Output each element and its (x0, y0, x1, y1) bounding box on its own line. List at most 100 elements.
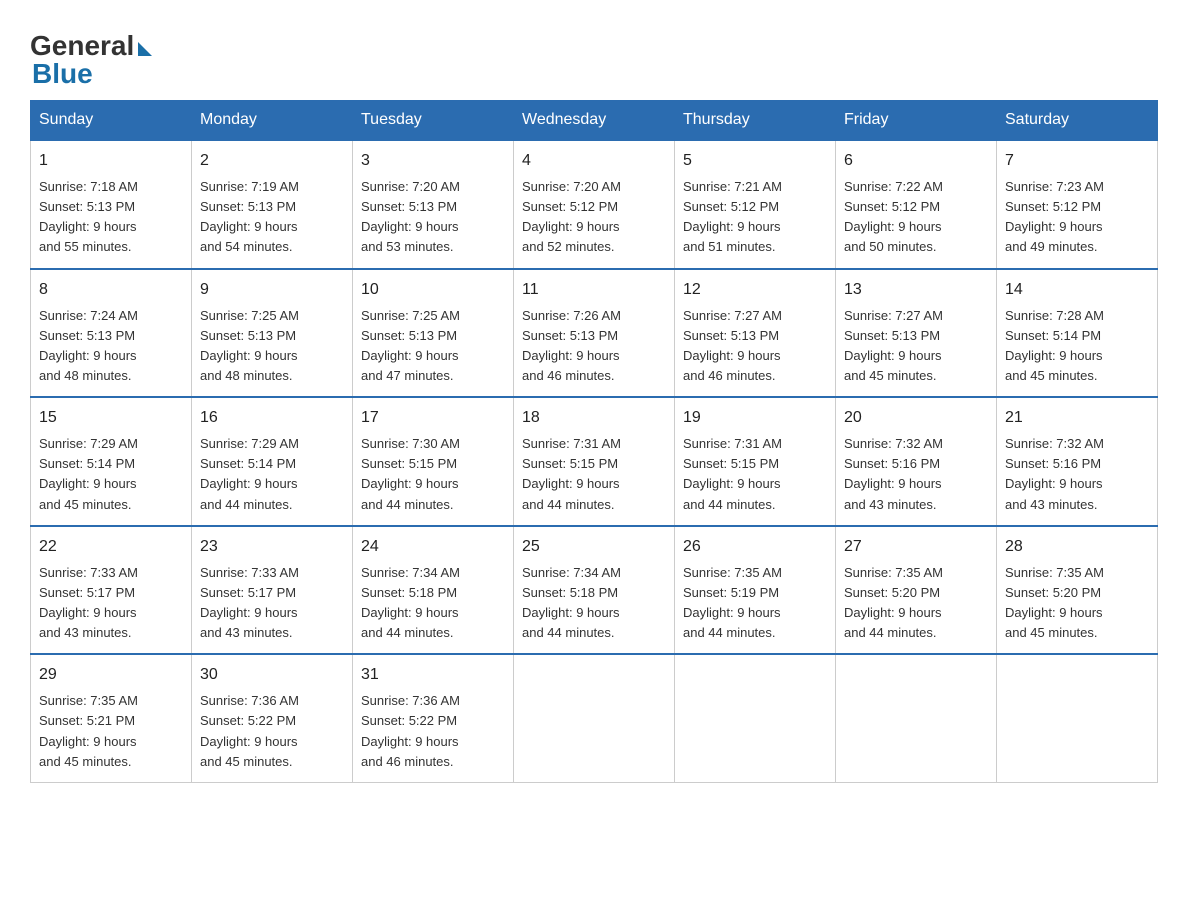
day-info: Sunrise: 7:23 AMSunset: 5:12 PMDaylight:… (1005, 177, 1149, 258)
day-cell: 10 Sunrise: 7:25 AMSunset: 5:13 PMDayligh… (353, 269, 514, 398)
day-number: 3 (361, 149, 505, 173)
day-cell: 9 Sunrise: 7:25 AMSunset: 5:13 PMDaylight… (192, 269, 353, 398)
day-cell: 12 Sunrise: 7:27 AMSunset: 5:13 PMDayligh… (675, 269, 836, 398)
day-cell: 3 Sunrise: 7:20 AMSunset: 5:13 PMDaylight… (353, 140, 514, 269)
day-info: Sunrise: 7:19 AMSunset: 5:13 PMDaylight:… (200, 177, 344, 258)
day-info: Sunrise: 7:25 AMSunset: 5:13 PMDaylight:… (200, 306, 344, 387)
calendar-week-row: 15 Sunrise: 7:29 AMSunset: 5:14 PMDayligh… (31, 397, 1158, 526)
day-info: Sunrise: 7:33 AMSunset: 5:17 PMDaylight:… (200, 563, 344, 644)
day-info: Sunrise: 7:28 AMSunset: 5:14 PMDaylight:… (1005, 306, 1149, 387)
day-info: Sunrise: 7:18 AMSunset: 5:13 PMDaylight:… (39, 177, 183, 258)
day-of-week-header: Sunday (31, 101, 192, 141)
calendar-week-row: 29 Sunrise: 7:35 AMSunset: 5:21 PMDayligh… (31, 654, 1158, 782)
day-cell: 7Sunrise: 7:23 AMSunset: 5:12 PMDaylight… (997, 140, 1158, 269)
day-number: 22 (39, 535, 183, 559)
day-cell: 19Sunrise: 7:31 AMSunset: 5:15 PMDayligh… (675, 397, 836, 526)
day-cell: 28 Sunrise: 7:35 AMSunset: 5:20 PMDayligh… (997, 526, 1158, 655)
day-cell: 8Sunrise: 7:24 AMSunset: 5:13 PMDaylight… (31, 269, 192, 398)
day-info: Sunrise: 7:35 AMSunset: 5:20 PMDaylight:… (1005, 563, 1149, 644)
day-info: Sunrise: 7:35 AMSunset: 5:20 PMDaylight:… (844, 563, 988, 644)
day-number: 2 (200, 149, 344, 173)
day-number: 24 (361, 535, 505, 559)
calendar-table: SundayMondayTuesdayWednesdayThursdayFrid… (30, 100, 1158, 783)
day-of-week-header: Wednesday (514, 101, 675, 141)
day-info: Sunrise: 7:29 AMSunset: 5:14 PMDaylight:… (39, 434, 183, 515)
day-number: 12 (683, 278, 827, 302)
day-info: Sunrise: 7:24 AMSunset: 5:13 PMDaylight:… (39, 306, 183, 387)
day-number: 23 (200, 535, 344, 559)
day-cell: 18Sunrise: 7:31 AMSunset: 5:15 PMDayligh… (514, 397, 675, 526)
day-info: Sunrise: 7:35 AMSunset: 5:19 PMDaylight:… (683, 563, 827, 644)
day-number: 29 (39, 663, 183, 687)
day-info: Sunrise: 7:32 AMSunset: 5:16 PMDaylight:… (844, 434, 988, 515)
day-info: Sunrise: 7:36 AMSunset: 5:22 PMDaylight:… (200, 691, 344, 772)
day-number: 18 (522, 406, 666, 430)
day-cell: 15 Sunrise: 7:29 AMSunset: 5:14 PMDayligh… (31, 397, 192, 526)
day-number: 13 (844, 278, 988, 302)
day-number: 19 (683, 406, 827, 430)
day-info: Sunrise: 7:26 AMSunset: 5:13 PMDaylight:… (522, 306, 666, 387)
page-header: General Blue (30, 20, 1158, 90)
day-info: Sunrise: 7:20 AMSunset: 5:13 PMDaylight:… (361, 177, 505, 258)
empty-day-cell (997, 654, 1158, 782)
day-cell: 27Sunrise: 7:35 AMSunset: 5:20 PMDayligh… (836, 526, 997, 655)
day-number: 10 (361, 278, 505, 302)
day-number: 1 (39, 149, 183, 173)
empty-day-cell (836, 654, 997, 782)
day-info: Sunrise: 7:20 AMSunset: 5:12 PMDaylight:… (522, 177, 666, 258)
day-number: 9 (200, 278, 344, 302)
logo-arrow-icon (138, 42, 152, 56)
day-number: 20 (844, 406, 988, 430)
calendar-week-row: 22 Sunrise: 7:33 AMSunset: 5:17 PMDayligh… (31, 526, 1158, 655)
calendar-week-row: 1 Sunrise: 7:18 AMSunset: 5:13 PMDaylight… (31, 140, 1158, 269)
day-number: 21 (1005, 406, 1149, 430)
day-number: 28 (1005, 535, 1149, 559)
day-cell: 4Sunrise: 7:20 AMSunset: 5:12 PMDaylight… (514, 140, 675, 269)
day-info: Sunrise: 7:36 AMSunset: 5:22 PMDaylight:… (361, 691, 505, 772)
day-cell: 24 Sunrise: 7:34 AMSunset: 5:18 PMDayligh… (353, 526, 514, 655)
day-cell: 16 Sunrise: 7:29 AMSunset: 5:14 PMDayligh… (192, 397, 353, 526)
day-number: 30 (200, 663, 344, 687)
day-cell: 31Sunrise: 7:36 AMSunset: 5:22 PMDayligh… (353, 654, 514, 782)
day-cell: 14 Sunrise: 7:28 AMSunset: 5:14 PMDayligh… (997, 269, 1158, 398)
day-number: 14 (1005, 278, 1149, 302)
logo-blue-text: Blue (32, 58, 93, 90)
day-cell: 17Sunrise: 7:30 AMSunset: 5:15 PMDayligh… (353, 397, 514, 526)
day-cell: 5Sunrise: 7:21 AMSunset: 5:12 PMDaylight… (675, 140, 836, 269)
day-of-week-header: Thursday (675, 101, 836, 141)
day-cell: 26 Sunrise: 7:35 AMSunset: 5:19 PMDayligh… (675, 526, 836, 655)
empty-day-cell (514, 654, 675, 782)
day-info: Sunrise: 7:33 AMSunset: 5:17 PMDaylight:… (39, 563, 183, 644)
day-cell: 25Sunrise: 7:34 AMSunset: 5:18 PMDayligh… (514, 526, 675, 655)
logo: General Blue (30, 30, 152, 90)
day-info: Sunrise: 7:27 AMSunset: 5:13 PMDaylight:… (844, 306, 988, 387)
calendar-header-row: SundayMondayTuesdayWednesdayThursdayFrid… (31, 101, 1158, 141)
day-cell: 23 Sunrise: 7:33 AMSunset: 5:17 PMDayligh… (192, 526, 353, 655)
day-info: Sunrise: 7:21 AMSunset: 5:12 PMDaylight:… (683, 177, 827, 258)
day-number: 11 (522, 278, 666, 302)
day-number: 26 (683, 535, 827, 559)
calendar-week-row: 8Sunrise: 7:24 AMSunset: 5:13 PMDaylight… (31, 269, 1158, 398)
day-number: 16 (200, 406, 344, 430)
day-cell: 1 Sunrise: 7:18 AMSunset: 5:13 PMDaylight… (31, 140, 192, 269)
day-info: Sunrise: 7:29 AMSunset: 5:14 PMDaylight:… (200, 434, 344, 515)
day-cell: 21Sunrise: 7:32 AMSunset: 5:16 PMDayligh… (997, 397, 1158, 526)
day-info: Sunrise: 7:25 AMSunset: 5:13 PMDaylight:… (361, 306, 505, 387)
day-of-week-header: Tuesday (353, 101, 514, 141)
day-number: 17 (361, 406, 505, 430)
day-of-week-header: Monday (192, 101, 353, 141)
day-number: 6 (844, 149, 988, 173)
day-of-week-header: Saturday (997, 101, 1158, 141)
day-info: Sunrise: 7:22 AMSunset: 5:12 PMDaylight:… (844, 177, 988, 258)
day-cell: 13 Sunrise: 7:27 AMSunset: 5:13 PMDayligh… (836, 269, 997, 398)
empty-day-cell (675, 654, 836, 782)
day-info: Sunrise: 7:34 AMSunset: 5:18 PMDaylight:… (361, 563, 505, 644)
day-of-week-header: Friday (836, 101, 997, 141)
day-number: 15 (39, 406, 183, 430)
day-info: Sunrise: 7:27 AMSunset: 5:13 PMDaylight:… (683, 306, 827, 387)
day-info: Sunrise: 7:35 AMSunset: 5:21 PMDaylight:… (39, 691, 183, 772)
day-cell: 2 Sunrise: 7:19 AMSunset: 5:13 PMDaylight… (192, 140, 353, 269)
day-cell: 20 Sunrise: 7:32 AMSunset: 5:16 PMDayligh… (836, 397, 997, 526)
day-number: 25 (522, 535, 666, 559)
day-cell: 22 Sunrise: 7:33 AMSunset: 5:17 PMDayligh… (31, 526, 192, 655)
